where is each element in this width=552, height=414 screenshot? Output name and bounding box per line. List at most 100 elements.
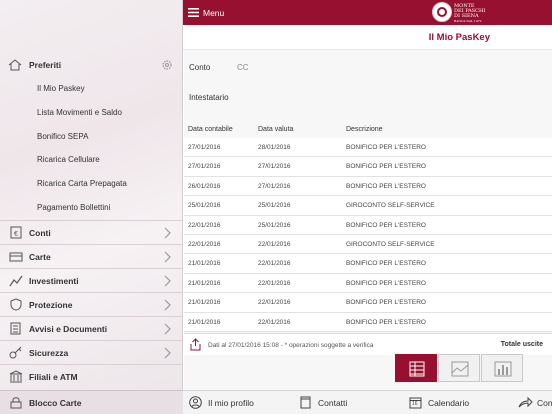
cell-data-valuta: 22/01/2016 <box>258 299 291 307</box>
total-uscite-label: Totale uscite <box>500 341 543 348</box>
chevron-right-icon <box>164 347 171 359</box>
column-header-data-valuta: Data valuta <box>258 126 294 133</box>
cell-descrizione: GIROCONTO SELF-SERVICE <box>346 202 435 210</box>
sidebar-item-label: Blocco Carte <box>29 398 82 408</box>
cell-data-valuta: 22/01/2016 <box>258 318 291 326</box>
page-title-bar: Il Mio PasKey <box>183 25 552 50</box>
sidebar: Preferiti Il Mio Paskey Lista Movimenti … <box>0 0 183 414</box>
column-header-data-contabile: Data contabile <box>188 126 233 133</box>
sidebar-item-label: Avvisi e Documenti <box>29 324 108 334</box>
account-row: Conto CC <box>184 56 552 86</box>
menu-icon[interactable] <box>188 8 199 17</box>
sidebar-item-label: Sicurezza <box>29 348 69 358</box>
sidebar-item-label: Protezione <box>29 300 73 310</box>
cell-data-contabile: 21/01/2016 <box>188 318 221 326</box>
bar-chart-view-tab[interactable] <box>481 354 523 382</box>
area-chart-icon <box>451 361 469 377</box>
profile-icon <box>189 396 202 409</box>
key-icon <box>9 346 22 359</box>
sidebar-item-avvisi-documenti[interactable]: Avvisi e Documenti <box>0 316 183 340</box>
sidebar-item-blocco-carte[interactable]: Blocco Carte <box>0 390 183 414</box>
menu-label[interactable]: Menu <box>203 8 224 18</box>
cell-data-valuta: 22/01/2016 <box>258 260 291 268</box>
table-row[interactable]: 21/01/2016 22/01/2016 BONIFICO PER L'ESTER… <box>184 312 552 332</box>
favorite-ricarica-carta-prepagata[interactable]: Ricarica Carta Prepagata <box>37 177 127 191</box>
card-icon <box>9 252 23 262</box>
sidebar-item-sicurezza[interactable]: Sicurezza <box>0 340 183 364</box>
data-timestamp-note: Dati al 27/01/2016 15:08 - * operazioni … <box>208 342 374 349</box>
favorite-lista-movimenti[interactable]: Lista Movimenti e Saldo <box>37 106 122 120</box>
nav-calendar-label: Calendario <box>428 398 470 408</box>
bottom-nav: Il mio profilo Contatti 16 Calendario Co… <box>183 390 552 414</box>
svg-text:€: € <box>14 231 18 238</box>
bank-logo: MONTE DEI PASCHI DI SIENA BANCA DAL 1472 <box>432 2 492 23</box>
nav-contacts[interactable]: Contatti <box>299 391 379 414</box>
table-row[interactable]: 21/01/2016 22/01/2016 BONIFICO PER L'ESTER… <box>184 293 552 313</box>
sidebar-item-label: Investimenti <box>29 276 79 286</box>
cell-data-contabile: 21/01/2016 <box>188 279 221 287</box>
cell-descrizione: BONIFICO PER L'ESTERO <box>346 299 426 307</box>
intestatario-label: Intestatario <box>189 93 229 102</box>
nav-profile[interactable]: Il mio profilo <box>189 391 279 414</box>
cell-descrizione: BONIFICO PER L'ESTERO <box>346 144 426 151</box>
nav-profile-label: Il mio profilo <box>208 398 254 408</box>
favorite-il-mio-paskey[interactable]: Il Mio Paskey <box>37 82 85 96</box>
table-row[interactable]: 26/01/2016 27/01/2016 BONIFICO PER L'ESTER… <box>184 176 552 197</box>
cell-data-contabile: 27/01/2016 <box>188 163 221 171</box>
cell-data-contabile: 26/01/2016 <box>188 182 221 190</box>
contacts-icon <box>300 396 311 409</box>
page-title: Il Mio PasKey <box>428 32 490 43</box>
table-row[interactable]: 22/01/2016 25/01/2016 BONIFICO PER L'ESTER… <box>184 215 552 235</box>
home-icon <box>8 59 22 71</box>
bar-chart-icon <box>494 361 512 377</box>
column-header-descrizione: Descrizione <box>346 126 383 133</box>
cell-descrizione: BONIFICO PER L'ESTERO <box>346 163 426 171</box>
sidebar-item-carte[interactable]: Carte <box>0 244 183 268</box>
cell-descrizione: BONIFICO PER L'ESTERO <box>346 279 426 287</box>
cell-data-contabile: 22/01/2016 <box>188 241 221 248</box>
chevron-right-icon <box>164 323 171 335</box>
cell-descrizione: BONIFICO PER L'ESTERO <box>346 182 426 190</box>
table-row[interactable]: 25/01/2016 25/01/2016 GIROCONTO SELF-SERVI… <box>184 196 552 216</box>
favorite-bonifico-sepa[interactable]: Bonifico SEPA <box>37 130 88 144</box>
cell-data-valuta: 25/01/2016 <box>258 221 291 229</box>
nav-calendar[interactable]: 16 Calendario <box>409 391 499 414</box>
conto-value: CC <box>237 63 249 72</box>
table-header: Data contabile Data valuta Descrizione <box>184 124 552 139</box>
conto-label: Conto <box>189 63 211 72</box>
area-chart-view-tab[interactable] <box>438 354 480 382</box>
cell-data-valuta: 25/01/2016 <box>258 202 291 210</box>
sidebar-item-label: Conti <box>29 228 51 238</box>
table-icon <box>409 361 425 377</box>
cell-data-contabile: 25/01/2016 <box>188 202 221 210</box>
gear-icon[interactable] <box>161 59 173 71</box>
cell-data-valuta: 27/01/2016 <box>258 182 291 190</box>
intestatario-row: Intestatario <box>184 86 552 116</box>
cell-data-contabile: 21/01/2016 <box>188 260 221 268</box>
cell-descrizione: GIROCONTO SELF-SERVICE <box>346 241 435 248</box>
share-arrow-icon <box>518 396 533 408</box>
chart-icon <box>9 275 23 287</box>
table-view-tab[interactable] <box>395 354 437 382</box>
table-row[interactable]: 27/01/2016 28/01/2016 BONIFICO PER L'ESTER… <box>184 138 552 158</box>
favorite-ricarica-cellulare[interactable]: Ricarica Cellulare <box>37 153 100 167</box>
cell-data-valuta: 22/01/2016 <box>258 279 291 287</box>
sidebar-item-investimenti[interactable]: Investimenti <box>0 268 183 292</box>
chevron-right-icon <box>164 299 171 311</box>
favorite-pagamento-bollettini[interactable]: Pagamento Bollettini <box>37 201 110 215</box>
calendar-day: 16 <box>412 401 418 407</box>
sidebar-item-filiali-atm[interactable]: Filiali e ATM <box>0 364 183 390</box>
table-row[interactable]: 21/01/2016 22/01/2016 BONIFICO PER L'ESTER… <box>184 273 552 294</box>
table-row[interactable]: 27/01/2016 27/01/2016 BONIFICO PER L'ESTER… <box>184 157 552 177</box>
sidebar-item-protezione[interactable]: Protezione <box>0 292 183 316</box>
favorites-header[interactable]: Preferiti <box>0 53 183 77</box>
cell-data-contabile: 27/01/2016 <box>188 144 221 151</box>
table-row[interactable]: 22/01/2016 22/01/2016 GIROCONTO SELF-SERVI… <box>184 235 552 255</box>
lock-icon <box>10 397 22 409</box>
cell-data-contabile: 21/01/2016 <box>188 299 221 307</box>
nav-more[interactable]: Con <box>518 391 552 414</box>
cell-descrizione: BONIFICO PER L'ESTERO <box>346 221 426 229</box>
share-icon[interactable] <box>190 338 201 351</box>
sidebar-item-conti[interactable]: € Conti <box>0 220 183 244</box>
table-row[interactable]: 21/01/2016 22/01/2016 BONIFICO PER L'ESTER… <box>184 254 552 274</box>
